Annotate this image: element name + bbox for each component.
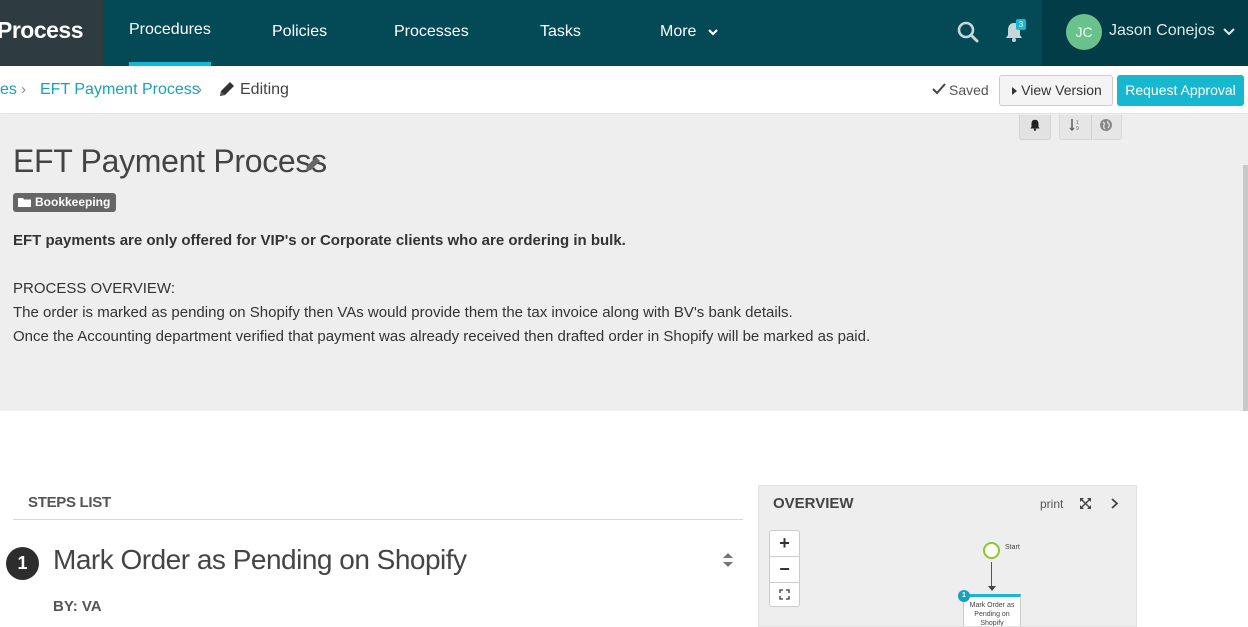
sort-icon[interactable]: 1 9 [1069, 118, 1083, 132]
procedure-header: 1 9 EFT Payment Process Bookkeeping EFT … [0, 115, 1248, 411]
step-assignee: BY: VA [53, 598, 102, 615]
zoom-controls: + − [769, 530, 800, 607]
request-approval-button[interactable]: Request Approval [1117, 75, 1244, 106]
flow-step-node[interactable]: Mark Order as Pending on Shopify [963, 594, 1021, 626]
flow-connector [991, 562, 992, 589]
description-line: The order is marked as pending on Shopif… [13, 304, 793, 321]
description-summary: EFT payments are only offered for VIP's … [13, 232, 626, 249]
breadcrumb-separator: › [21, 81, 26, 98]
nav-item-more-label: More [660, 23, 697, 40]
fit-screen-icon [779, 589, 790, 600]
caret-right-icon [1012, 87, 1018, 96]
flow-step-number: 1 [958, 590, 970, 602]
description-line: Once the Accounting department verified … [13, 328, 871, 345]
chevron-down-icon [708, 28, 718, 36]
save-status-text: Saved [949, 82, 989, 98]
steps-list-heading: STEPS LIST [28, 494, 111, 511]
avatar: JC [1066, 14, 1102, 50]
breadcrumb-current: Editing [240, 81, 289, 98]
reorder-icon[interactable] [721, 552, 735, 568]
globe-icon[interactable] [1099, 118, 1113, 132]
nav-item-procedures[interactable]: Procedures [129, 0, 211, 66]
check-icon [932, 83, 946, 95]
divider [13, 519, 743, 520]
category-tag[interactable]: Bookkeeping [13, 193, 117, 212]
nav-item-tasks[interactable]: Tasks [540, 0, 581, 66]
breadcrumb-item-parent[interactable]: es [0, 81, 17, 99]
top-nav: tProcess Procedures Policies Processes T… [0, 0, 1248, 66]
pencil-icon [220, 82, 234, 96]
page-title: EFT Payment Process [13, 143, 327, 179]
folder-icon [18, 198, 31, 207]
toolbar-divider [1091, 115, 1092, 139]
search-icon[interactable] [956, 20, 980, 44]
zoom-in-button[interactable]: + [770, 531, 799, 556]
subscribe-button[interactable] [1019, 115, 1051, 140]
user-name: Jason Conejos [1109, 22, 1215, 39]
fit-view-button[interactable] [770, 582, 799, 607]
scrollbar[interactable] [1243, 165, 1248, 411]
flow-start-node[interactable] [983, 542, 1000, 559]
breadcrumb-separator: › [197, 81, 202, 98]
toolbar-group: 1 9 [1059, 115, 1122, 140]
zoom-out-button[interactable]: − [770, 557, 799, 582]
description-line: PROCESS OVERVIEW: [13, 280, 175, 297]
flow-arrow [988, 586, 996, 591]
step-title[interactable]: Mark Order as Pending on Shopify [53, 544, 467, 576]
notification-badge: 3 [1016, 19, 1026, 30]
nav-item-more[interactable]: More [660, 0, 719, 66]
overview-title: OVERVIEW [773, 495, 854, 512]
step-number: 1 [6, 547, 39, 580]
chevron-right-icon[interactable] [1109, 497, 1121, 510]
view-version-label: View Version [1021, 82, 1102, 98]
view-version-button[interactable]: View Version [999, 75, 1113, 106]
user-menu[interactable]: JC Jason Conejos [1042, 0, 1248, 66]
app-logo[interactable]: tProcess [0, 0, 103, 66]
bell-icon [1030, 119, 1040, 131]
save-status: Saved [932, 82, 989, 98]
nav-item-policies[interactable]: Policies [272, 0, 327, 66]
edit-title-icon[interactable] [304, 155, 322, 173]
svg-text:9: 9 [1076, 126, 1079, 132]
app-logo-text: tProcess [0, 17, 84, 43]
chevron-down-icon [1223, 28, 1235, 36]
flow-start-label: Start [1005, 544, 1020, 551]
expand-icon[interactable] [1079, 497, 1092, 510]
category-tag-label: Bookkeeping [35, 195, 111, 209]
print-link[interactable]: print [1040, 497, 1063, 511]
overview-panel: OVERVIEW print + − Start Mark Order as P… [758, 485, 1137, 627]
breadcrumb-item-procedure[interactable]: EFT Payment Process [40, 81, 200, 99]
nav-item-processes[interactable]: Processes [394, 0, 469, 66]
breadcrumb-bar: es › EFT Payment Process › Editing Saved… [0, 66, 1248, 114]
